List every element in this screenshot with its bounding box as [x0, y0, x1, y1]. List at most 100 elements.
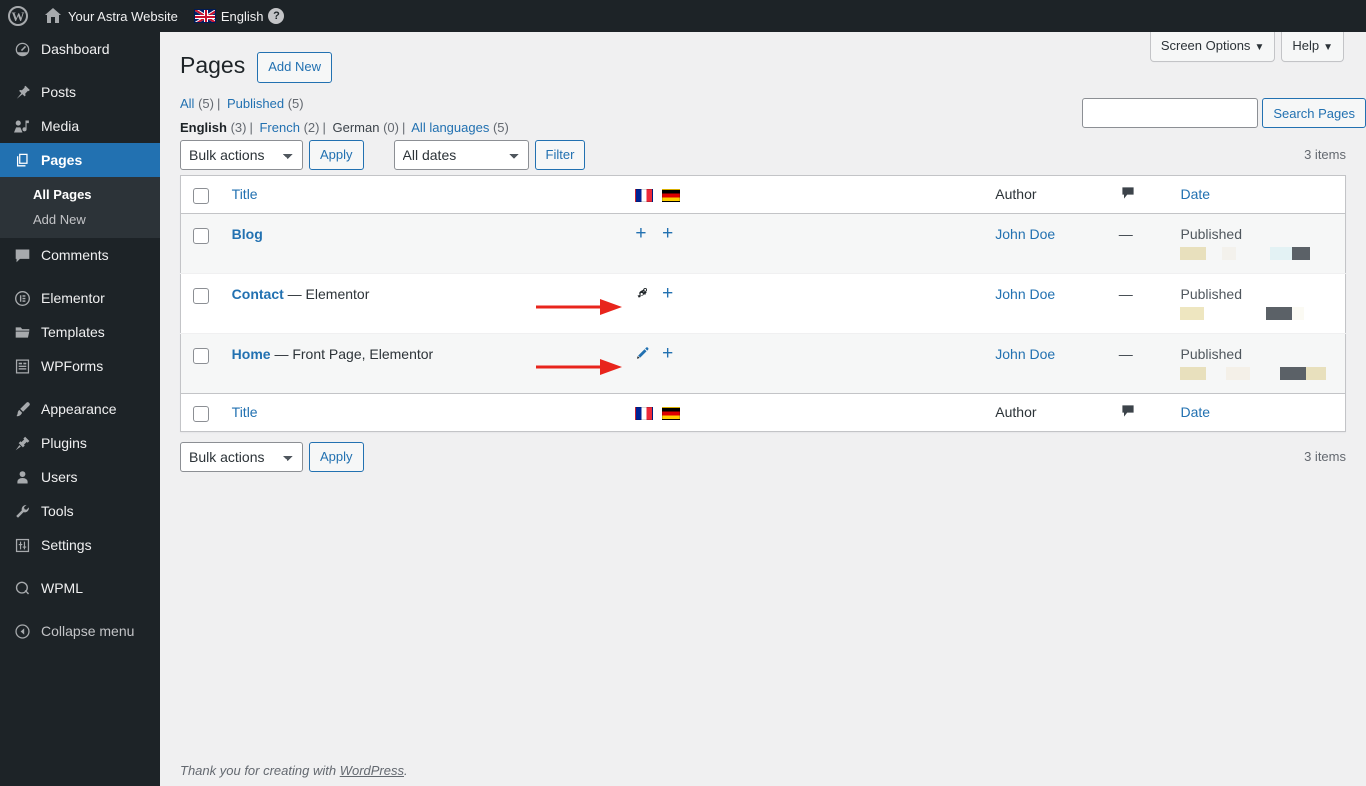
sidebar-item-comments[interactable]: Comments: [0, 238, 160, 272]
page-link-home[interactable]: Home: [232, 346, 271, 362]
help-icon[interactable]: ?: [268, 8, 285, 24]
date-filter-select[interactable]: All dates: [393, 139, 529, 170]
wpml-icon: [12, 578, 32, 598]
submenu-item-add-new[interactable]: Add New: [0, 207, 160, 232]
apply-button-top[interactable]: Apply: [309, 139, 364, 170]
search-pages-button[interactable]: Search Pages: [1262, 98, 1366, 128]
sidebar-item-elementor[interactable]: Elementor: [0, 281, 160, 315]
comment-bubble-icon: [1119, 187, 1137, 204]
author-link-contact[interactable]: John Doe: [995, 286, 1055, 302]
filter-button[interactable]: Filter: [534, 139, 586, 170]
filter-separator: |: [216, 95, 221, 111]
sort-by-date-link-bottom[interactable]: Date: [1180, 404, 1210, 420]
language-switcher[interactable]: English ?: [186, 0, 293, 32]
filter-link-all[interactable]: All: [180, 96, 194, 111]
sidebar-item-wpforms[interactable]: WPForms: [0, 349, 160, 383]
sidebar-item-settings[interactable]: Settings: [0, 528, 160, 562]
sort-by-title-link[interactable]: Title: [232, 186, 258, 202]
column-header-title: Title: [221, 175, 634, 214]
add-french-translation-icon[interactable]: +: [635, 224, 646, 243]
lang-filter-german[interactable]: German: [332, 120, 379, 135]
date-status-blog: Published: [1180, 225, 1242, 242]
bulk-actions-select-bottom[interactable]: Bulk actions: [180, 441, 303, 472]
screen-options-button[interactable]: Screen Options ▼: [1149, 32, 1276, 63]
submenu-item-all-pages[interactable]: All Pages: [0, 182, 160, 207]
sidebar-item-pages[interactable]: Pages: [0, 143, 168, 177]
bulk-actions-select-top[interactable]: Bulk actions: [180, 139, 303, 170]
author-link-blog[interactable]: John Doe: [995, 226, 1055, 242]
apply-button-bottom[interactable]: Apply: [309, 441, 364, 472]
lang-filter-french[interactable]: French: [259, 120, 299, 135]
sidebar-item-users[interactable]: Users: [0, 460, 160, 494]
table-footer-row: Title Author Date: [180, 392, 1346, 432]
plugin-icon: [12, 433, 32, 453]
sidebar-item-label: WPML: [41, 580, 83, 596]
row-select-cell: [180, 332, 222, 394]
sidebar-item-templates[interactable]: Templates: [0, 315, 160, 349]
row-author-cell: John Doe: [985, 332, 1109, 394]
add-german-translation-icon[interactable]: +: [662, 224, 673, 243]
sort-by-date-link[interactable]: Date: [1180, 186, 1210, 202]
items-count-bottom: 3 items: [1304, 449, 1346, 465]
wpforms-icon: [12, 356, 32, 376]
date-status-home: Published: [1180, 345, 1242, 362]
sidebar-item-appearance[interactable]: Appearance: [0, 392, 160, 426]
site-name-menu[interactable]: Your Astra Website: [36, 0, 186, 32]
sidebar-item-label: Posts: [41, 84, 77, 100]
row-french-cell: +: [633, 212, 661, 274]
add-german-translation-icon[interactable]: +: [662, 284, 673, 303]
select-all-checkbox-top[interactable]: [193, 187, 209, 204]
select-all-checkbox-bottom[interactable]: [193, 405, 209, 422]
sidebar-item-media[interactable]: Media: [0, 109, 160, 143]
edit-translation-pencil-icon[interactable]: [635, 346, 650, 364]
row-checkbox-blog[interactable]: [193, 228, 209, 245]
tablenav-bottom: Bulk actions Apply 3 items: [160, 432, 1366, 474]
sidebar-item-collapse-menu[interactable]: Collapse menu: [0, 614, 160, 648]
lang-separator: |: [322, 119, 326, 135]
filter-link-published[interactable]: Published: [227, 96, 284, 111]
sidebar-separator: [0, 562, 160, 571]
sidebar-item-plugins[interactable]: Plugins: [0, 426, 160, 460]
table-head: Title Author Date: [180, 175, 1346, 214]
pages-table: Title Author Date Blog + + John Doe — Pu…: [180, 174, 1346, 432]
sidebar-item-dashboard[interactable]: Dashboard: [0, 32, 160, 66]
column-footer-comments: [1108, 392, 1171, 432]
sidebar-separator: [0, 383, 160, 392]
wrench-icon: [12, 501, 32, 521]
select-all-footer: [180, 392, 222, 432]
lang-filter-english[interactable]: English: [180, 120, 227, 135]
select-all-header: [180, 175, 222, 214]
sidebar-item-tools[interactable]: Tools: [0, 494, 160, 528]
wordpress-link[interactable]: WordPress: [340, 763, 404, 778]
row-checkbox-contact[interactable]: [193, 288, 209, 305]
search-input[interactable]: [1082, 98, 1259, 128]
row-comments-cell: —: [1108, 332, 1171, 394]
column-footer-date: Date: [1170, 392, 1346, 432]
page-link-contact[interactable]: Contact: [232, 286, 284, 302]
sidebar-item-label: Tools: [41, 503, 74, 519]
sort-by-title-link-bottom[interactable]: Title: [232, 404, 258, 420]
page-link-blog[interactable]: Blog: [232, 226, 263, 242]
admin-sidebar: Dashboard Posts Media Pages All Pages Ad…: [0, 32, 168, 786]
pages-table-container: Title Author Date Blog + + John Doe — Pu…: [160, 174, 1366, 432]
row-spacer-cell: [686, 332, 986, 394]
row-french-cell: [633, 332, 661, 394]
translation-in-progress-gear-icon[interactable]: [635, 286, 650, 304]
help-button[interactable]: Help ▼: [1281, 32, 1344, 63]
row-checkbox-home[interactable]: [193, 348, 209, 365]
comment-bubble-icon: [1119, 405, 1137, 422]
column-footer-spacer: [686, 392, 986, 432]
comment-count-contact: —: [1118, 285, 1133, 302]
help-label: Help: [1292, 38, 1320, 53]
row-select-cell: [180, 212, 222, 274]
add-new-button[interactable]: Add New: [257, 51, 332, 84]
author-link-home[interactable]: John Doe: [995, 346, 1055, 362]
user-icon: [12, 467, 32, 487]
wp-logo-menu[interactable]: W: [0, 0, 36, 32]
sidebar-item-posts[interactable]: Posts: [0, 75, 160, 109]
lang-filter-all-languages[interactable]: All languages: [411, 120, 489, 135]
sidebar-item-wpml[interactable]: WPML: [0, 571, 160, 605]
sidebar-item-label: Users: [41, 469, 78, 485]
column-footer-french: [633, 392, 661, 432]
add-german-translation-icon[interactable]: +: [662, 344, 673, 363]
